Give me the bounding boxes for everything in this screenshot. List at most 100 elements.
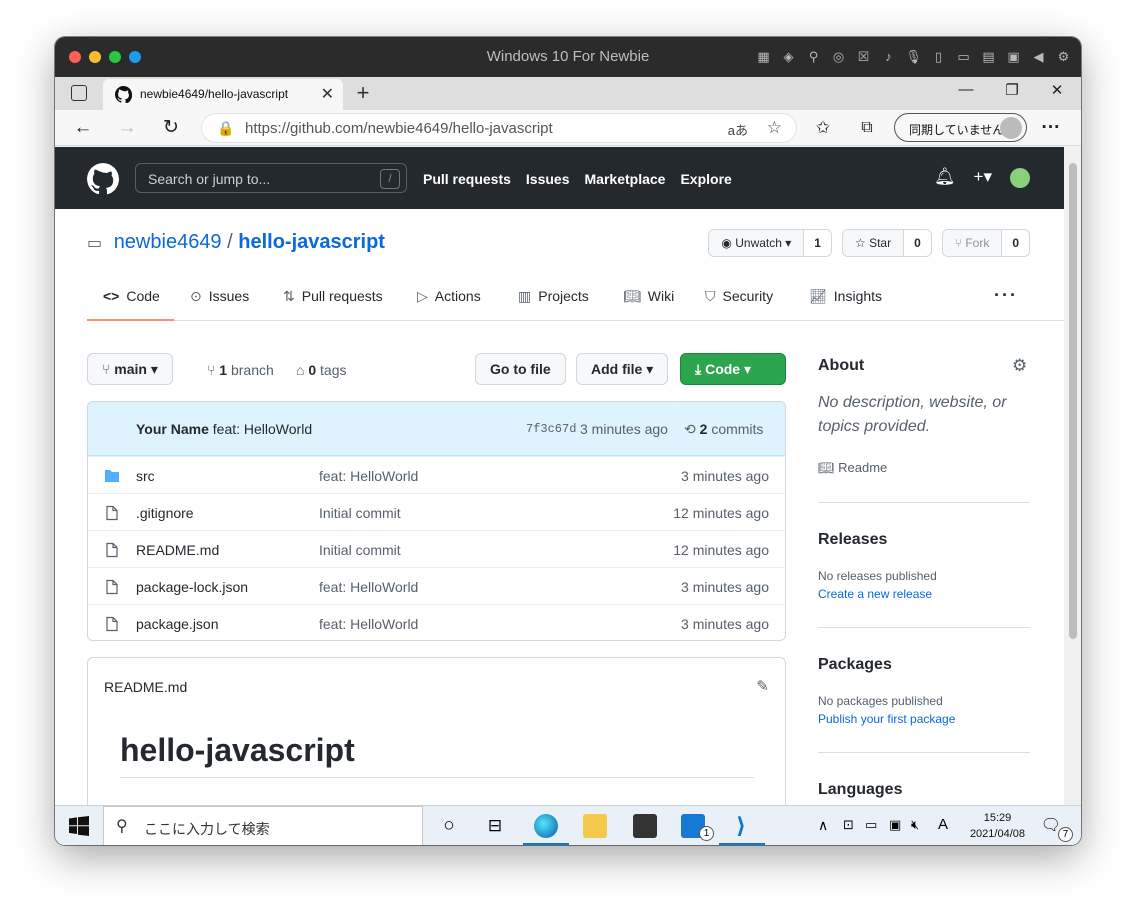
repo-name-link[interactable]: hello-javascript [238,231,385,253]
add-file-button[interactable]: Add file ▾ [576,353,669,385]
create-new-icon[interactable]: +▾ [974,167,992,188]
win-minimize-icon[interactable]: — [951,81,981,98]
task-view-icon[interactable]: ⊟ [483,814,507,838]
file-explorer-icon[interactable] [583,814,607,838]
star-button[interactable]: ☆ Star 0 [841,229,932,257]
profile-sync-button[interactable]: 同期していません [894,113,1027,142]
battery-icon[interactable]: ▭ [865,817,877,833]
win-restore-icon[interactable]: ❐ [997,81,1027,99]
ime-indicator[interactable]: A [938,816,948,833]
nav-pull-requests[interactable]: Pull requests [423,171,511,187]
branches-link[interactable]: ⑂ 1 branch [207,362,274,378]
store-icon[interactable] [633,814,657,838]
commit-message[interactable]: Your Name feat: HelloWorld [136,421,312,437]
file-row[interactable]: package-lock.json feat: HelloWorld 3 min… [88,567,785,604]
star-count[interactable]: 0 [903,230,931,256]
collapse-icon[interactable]: ◀ [1029,47,1048,66]
browser-tab[interactable]: newbie4649/hello-javascript ✕ [103,79,343,110]
add-favorite-icon[interactable]: ☆ [767,118,782,138]
tab-wiki[interactable]: 📖︎ Wiki [623,288,674,305]
mute-icon[interactable]: 🔇︎ [911,817,919,833]
commit-sha[interactable]: 7f3c67d [526,422,576,436]
nav-marketplace[interactable]: Marketplace [585,171,666,187]
github-search-input[interactable]: Search or jump to... / [135,163,407,193]
disc-icon[interactable]: ◎ [829,47,848,66]
tab-actions-icon[interactable] [71,85,87,101]
windows-start-icon[interactable] [69,816,89,836]
console-icon[interactable]: ▣ [1004,47,1023,66]
tags-link[interactable]: ⌂ 0 tags [296,362,347,378]
tab-close-icon[interactable]: ✕ [321,84,334,104]
branch-select-button[interactable]: ⑂ main ▾ [87,353,173,385]
tab-security[interactable]: ⛉ Security [705,288,773,305]
watch-count[interactable]: 1 [803,230,831,256]
keyboard-icon[interactable]: ▦ [754,47,773,66]
folder-share-icon[interactable]: ▤ [979,47,998,66]
taskbar-search-box[interactable]: ⚲ ここに入力して検索 [103,806,423,845]
tray-app-icon[interactable]: ⊡ [843,817,854,833]
more-menu-icon[interactable]: ··· [1039,116,1063,140]
gear-settings-icon[interactable]: ⚙ [1012,356,1027,376]
file-row[interactable]: .gitignore Initial commit 12 minutes ago [88,493,785,530]
nav-issues[interactable]: Issues [526,171,570,187]
releases-title[interactable]: Releases [818,531,887,549]
nav-explore[interactable]: Explore [680,171,731,187]
tray-chevron-icon[interactable]: ∧ [818,817,828,834]
win-close-icon[interactable]: ✕ [1042,81,1072,99]
lock-icon[interactable]: 🔒 [217,120,234,137]
create-release-link[interactable]: Create a new release [818,587,932,601]
file-name[interactable]: README.md [136,542,219,558]
readme-file-label[interactable]: README.md [104,679,187,695]
collections-icon[interactable]: ⧉ [855,116,879,140]
camera-icon[interactable]: ▭ [954,47,973,66]
edit-pencil-icon[interactable]: ✎ [756,677,769,695]
tab-insights[interactable]: 📈︎ Insights [809,288,882,305]
repo-owner-link[interactable]: newbie4649 [114,231,222,253]
file-commit-message[interactable]: feat: HelloWorld [319,468,418,484]
network-icon[interactable]: ☒ [854,47,873,66]
bell-icon[interactable]: 🔔︎ [934,167,956,188]
file-commit-message[interactable]: Initial commit [319,542,401,558]
new-tab-icon[interactable]: + [351,80,375,106]
network-tray-icon[interactable]: ▣ [889,817,901,833]
usb-icon[interactable]: ⚲ [804,47,823,66]
github-logo-icon[interactable] [87,163,119,195]
readme-link[interactable]: 📖︎ Readme [818,460,887,476]
file-row[interactable]: src feat: HelloWorld 3 minutes ago [88,456,785,493]
watch-button[interactable]: ◉ Unwatch ▾ 1 [708,229,832,257]
tab-projects[interactable]: ▥ Projects [518,288,589,305]
file-name[interactable]: package.json [136,616,219,632]
go-to-file-button[interactable]: Go to file [475,353,566,385]
tab-code[interactable]: <> Code [103,288,160,304]
commits-link[interactable]: ⟲ 2 commits [684,421,763,438]
tab-issues[interactable]: ⊙ Issues [190,288,249,305]
tab-actions[interactable]: ▷ Actions [417,288,481,305]
page-scrollbar[interactable] [1064,147,1081,805]
file-commit-message[interactable]: Initial commit [319,505,401,521]
gear-icon[interactable]: ⚙ [1054,47,1073,66]
favorites-icon[interactable]: ✩ [811,116,835,140]
file-name[interactable]: src [136,468,155,484]
file-commit-message[interactable]: feat: HelloWorld [319,579,418,595]
file-name[interactable]: package-lock.json [136,579,248,595]
fork-button[interactable]: ⑂ Fork 0 [941,229,1030,257]
user-avatar-icon[interactable] [1010,168,1030,188]
packages-title[interactable]: Packages [818,656,892,674]
scrollbar-thumb[interactable] [1069,163,1077,639]
speaker-icon[interactable]: ♪ [879,47,898,66]
cpu-icon[interactable]: ◈ [779,47,798,66]
device-icon[interactable]: ▯ [929,47,948,66]
vscode-icon[interactable]: ⟩ [729,814,753,838]
file-name[interactable]: .gitignore [136,505,194,521]
cortana-icon[interactable]: ○ [437,814,461,838]
code-download-button[interactable]: ⤓ Code ▾ [680,353,786,385]
more-tabs-icon[interactable]: ··· [994,285,1018,306]
publish-package-link[interactable]: Publish your first package [818,712,955,726]
mic-icon[interactable]: 🎙 [904,47,923,66]
address-bar[interactable]: 🔒 https://github.com/newbie4649/hello-ja… [201,113,797,143]
file-commit-message[interactable]: feat: HelloWorld [319,616,418,632]
back-icon[interactable]: ← [71,116,95,140]
clock[interactable]: 15:29 2021/04/08 [970,810,1025,842]
file-row[interactable]: package.json feat: HelloWorld 3 minutes … [88,604,785,640]
edge-icon[interactable] [534,814,558,838]
